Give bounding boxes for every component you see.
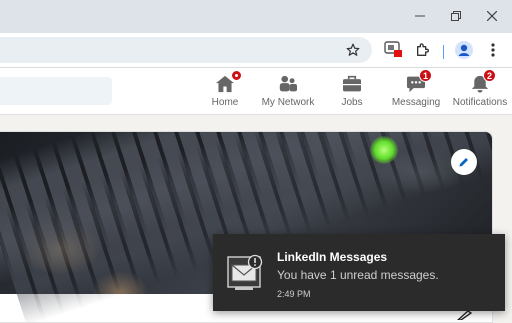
pencil-icon xyxy=(459,158,468,167)
toast-timestamp: 2:49 PM xyxy=(277,289,311,299)
close-window-button[interactable] xyxy=(481,6,503,26)
toast-title: LinkedIn Messages xyxy=(277,250,388,264)
browser-toolbar xyxy=(0,33,512,68)
nav-label-my-network: My Network xyxy=(261,97,315,108)
toast-message: You have 1 unread messages. xyxy=(277,268,439,282)
kebab-menu-icon xyxy=(491,43,495,57)
pencil-icon-partial[interactable] xyxy=(456,311,472,320)
extensions-button[interactable] xyxy=(413,40,433,60)
home-notification-dot xyxy=(231,70,242,81)
browser-title-bar xyxy=(0,0,512,33)
bell-icon: 2 xyxy=(468,69,496,95)
minimize-button[interactable] xyxy=(409,6,431,26)
close-icon xyxy=(487,11,497,21)
restore-button[interactable] xyxy=(445,6,467,26)
nav-item-notifications[interactable]: 2 Notifications xyxy=(452,69,508,111)
messaging-icon: 1 xyxy=(404,69,432,95)
nav-label-notifications: Notifications xyxy=(452,97,508,108)
desktop-toast-notification[interactable]: LinkedIn Messages You have 1 unread mess… xyxy=(213,234,505,311)
address-bar[interactable] xyxy=(0,37,372,63)
search-input[interactable] xyxy=(0,77,112,105)
nav-label-messaging: Messaging xyxy=(391,97,441,108)
star-icon xyxy=(346,43,360,56)
extension-button[interactable] xyxy=(384,40,404,60)
edit-background-button[interactable] xyxy=(451,149,477,175)
minimize-icon xyxy=(415,15,425,17)
briefcase-icon xyxy=(340,73,364,95)
profile-avatar-icon xyxy=(455,41,473,59)
restore-icon xyxy=(451,11,461,21)
home-icon xyxy=(213,70,242,95)
browser-menu-button[interactable] xyxy=(483,40,503,60)
puzzle-icon xyxy=(417,43,429,56)
extension-badge-icon xyxy=(384,41,402,57)
messaging-badge: 1 xyxy=(419,69,432,82)
nav-label-home: Home xyxy=(211,97,239,108)
network-icon xyxy=(276,73,300,95)
mail-notification-icon xyxy=(227,254,263,290)
nav-label-jobs: Jobs xyxy=(341,97,363,108)
notifications-badge: 2 xyxy=(483,69,496,82)
nav-item-home[interactable]: Home xyxy=(207,70,243,111)
toolbar-separator xyxy=(443,45,444,59)
nav-item-jobs[interactable]: Jobs xyxy=(336,73,368,111)
nav-item-messaging[interactable]: 1 Messaging xyxy=(391,69,441,111)
profile-button[interactable] xyxy=(454,40,474,60)
green-led-light xyxy=(370,136,398,164)
nav-item-my-network[interactable]: My Network xyxy=(260,73,316,111)
linkedin-global-nav: Home My Network Jobs 1 Messaging 2 Notif… xyxy=(0,68,512,115)
bookmark-star-button[interactable] xyxy=(343,40,363,60)
